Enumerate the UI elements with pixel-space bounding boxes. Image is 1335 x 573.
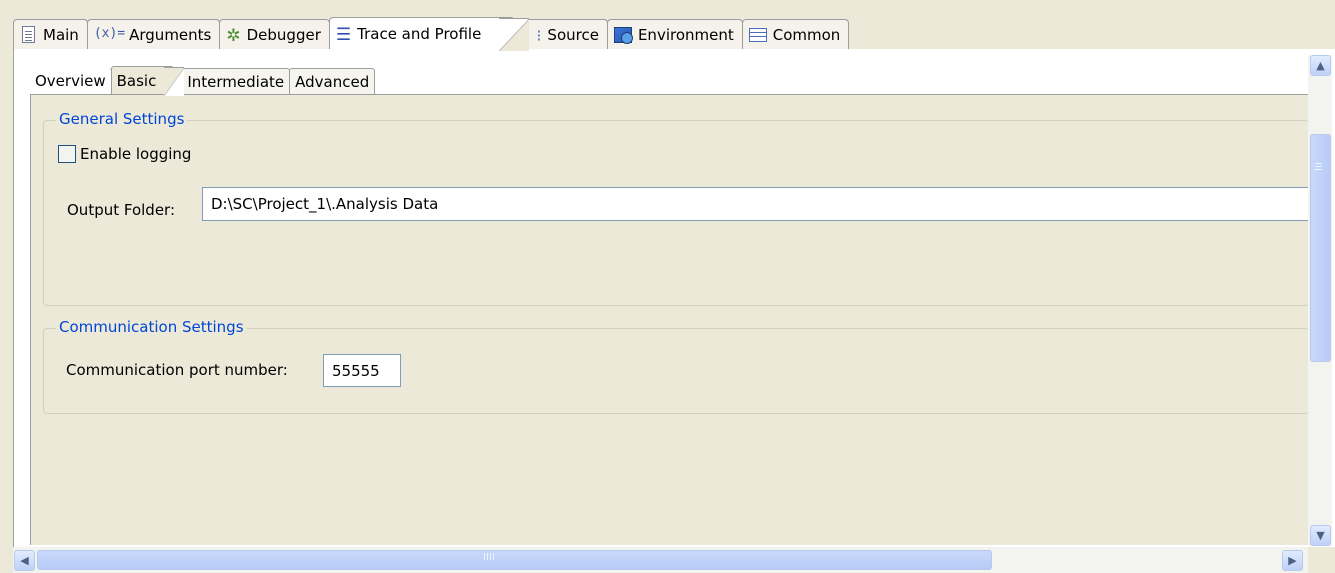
trace-icon: ☰ [335, 24, 352, 45]
horizontal-grip-icon [484, 553, 485, 560]
environment-icon [613, 26, 633, 44]
tab-environment[interactable]: Environment [606, 19, 743, 49]
subtab-basic[interactable]: Basic [110, 66, 185, 96]
general-settings-title: General Settings [56, 110, 188, 128]
tab-trace-and-profile-label: Trace and Profile [357, 24, 482, 43]
subtab-advanced-label: Advanced [295, 72, 370, 91]
subtab-intermediate[interactable]: Intermediate [173, 68, 291, 94]
tab-arguments[interactable]: (x)= Arguments [86, 19, 221, 49]
launch-configuration-panel: Main (x)= Arguments ✲ Debugger ☰ Trace a… [0, 0, 1335, 573]
bug-icon: ✲ [226, 25, 241, 46]
output-folder-input[interactable]: D:\SC\Project_1\.Analysis Data [202, 187, 1310, 221]
tab-main[interactable]: Main [13, 19, 88, 49]
scroll-left-icon[interactable]: ◀ [14, 550, 35, 571]
communication-settings-title: Communication Settings [56, 318, 247, 336]
scroll-down-icon[interactable]: ▼ [1310, 525, 1331, 546]
vertical-scroll-thumb[interactable] [1310, 134, 1331, 362]
general-settings-group: General Settings Enable logging Output F… [43, 110, 1310, 306]
tab-environment-label: Environment [637, 25, 734, 44]
subtab-overview[interactable]: Overview [30, 68, 112, 94]
enable-logging-label: Enable logging [80, 145, 192, 163]
scroll-right-icon[interactable]: ▶ [1282, 550, 1303, 571]
tab-source-label: Source [547, 25, 599, 44]
subtab-overview-label: Overview [35, 72, 106, 90]
subtab-intermediate-label: Intermediate [187, 72, 285, 91]
communication-settings-group: Communication Settings Communication por… [43, 318, 1309, 414]
horizontal-scroll-thumb[interactable] [37, 550, 992, 570]
tab-debugger-label: Debugger [246, 25, 321, 44]
scroll-up-icon[interactable]: ▲ [1310, 55, 1331, 76]
top-tab-bar: Main (x)= Arguments ✲ Debugger ☰ Trace a… [13, 17, 850, 51]
vertical-grip-icon [1315, 163, 1322, 164]
tab-arguments-label: Arguments [129, 25, 212, 44]
sub-tab-bar: Overview Basic Intermediate Advanced [30, 66, 376, 96]
basic-settings-panel: General Settings Enable logging Output F… [30, 94, 1310, 545]
horizontal-scrollbar[interactable]: ◀ ▶ [13, 547, 1308, 573]
tab-trace-and-profile[interactable]: ☰ Trace and Profile [328, 17, 530, 51]
port-number-label: Communication port number: [66, 361, 288, 379]
subtab-basic-label: Basic [116, 71, 157, 90]
source-icon: ⁝ [536, 25, 542, 45]
variable-icon: (x)= [93, 25, 126, 41]
tab-common[interactable]: Common [741, 19, 850, 49]
tab-common-label: Common [772, 25, 841, 44]
scrollbar-corner [1308, 547, 1335, 573]
document-icon [22, 26, 35, 43]
common-icon [748, 27, 767, 42]
port-number-input[interactable]: 55555 [323, 354, 401, 387]
enable-logging-checkbox[interactable]: Enable logging [58, 145, 191, 163]
vertical-scrollbar[interactable]: ▲ ▼ [1308, 55, 1332, 546]
output-folder-label: Output Folder: [67, 201, 176, 219]
tab-debugger[interactable]: ✲ Debugger [219, 19, 330, 49]
tab-main-label: Main [43, 25, 79, 44]
checkbox-box[interactable] [58, 145, 76, 163]
subtab-advanced[interactable]: Advanced [289, 68, 376, 94]
